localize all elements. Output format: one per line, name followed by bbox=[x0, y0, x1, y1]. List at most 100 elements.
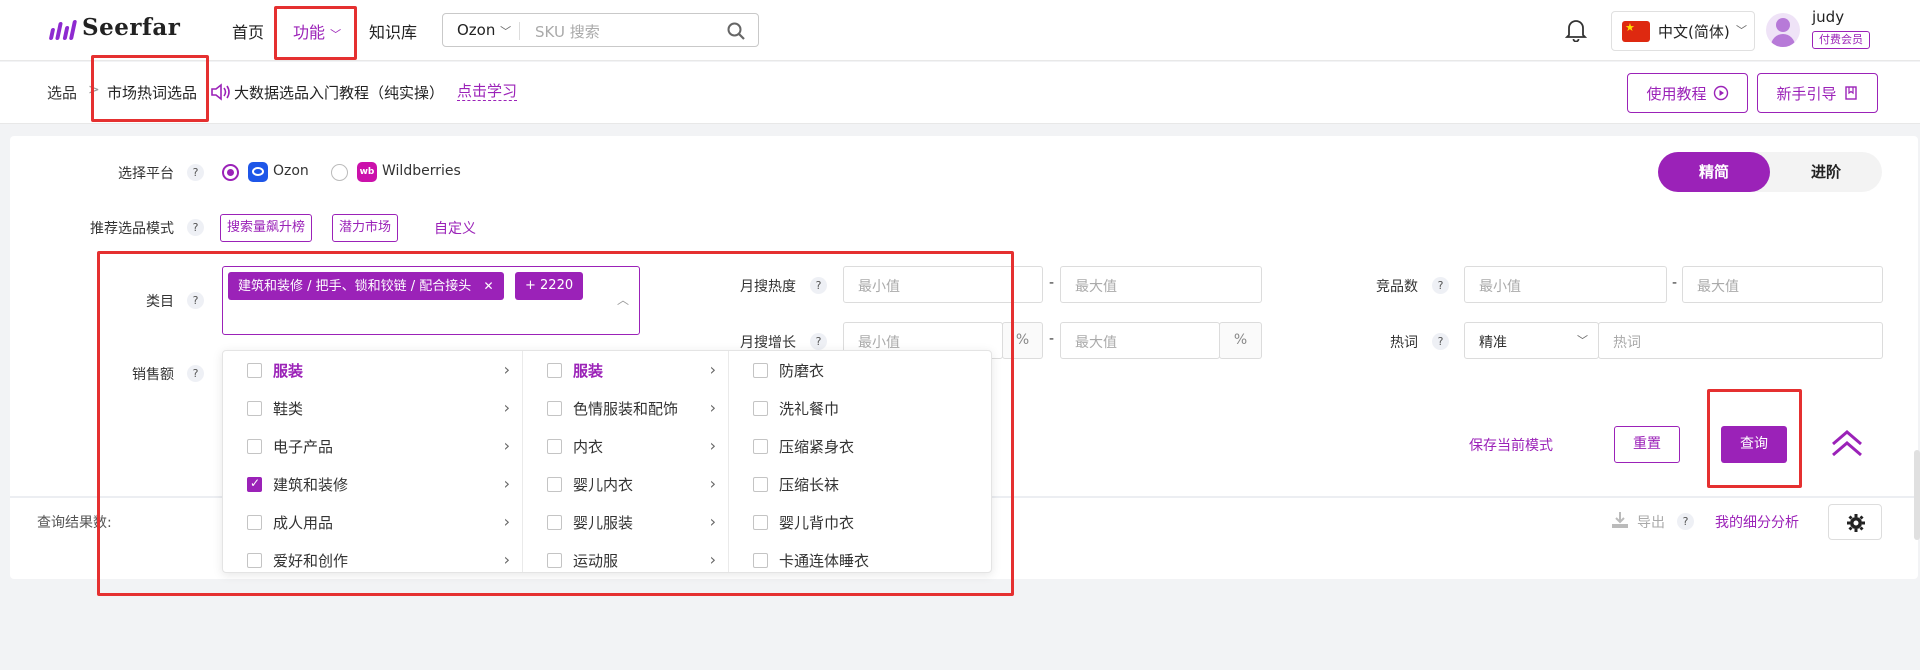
search-icon[interactable] bbox=[726, 21, 746, 41]
category-option[interactable]: 婴儿背巾衣 bbox=[729, 503, 991, 541]
help-icon[interactable]: ? bbox=[187, 292, 204, 309]
nav-knowledge-base[interactable]: 知识库 bbox=[369, 19, 417, 43]
category-checkbox[interactable] bbox=[753, 515, 768, 530]
breadcrumb-root[interactable]: 选品 bbox=[47, 82, 77, 103]
query-button[interactable]: 查询 bbox=[1721, 426, 1787, 463]
category-checkbox[interactable] bbox=[247, 439, 262, 454]
save-mode-link[interactable]: 保存当前模式 bbox=[1469, 435, 1553, 455]
monthly-heat-max-input[interactable]: 最大值 bbox=[1060, 266, 1262, 303]
category-checkbox[interactable] bbox=[247, 476, 262, 492]
category-checkbox[interactable] bbox=[547, 401, 562, 416]
chevron-right-icon: › bbox=[709, 474, 716, 493]
category-option[interactable]: 色情服装和配饰 › bbox=[523, 389, 728, 427]
keyword-match-select[interactable]: 精准 ﹀ bbox=[1464, 322, 1599, 359]
category-option[interactable]: 婴儿内衣 › bbox=[523, 465, 728, 503]
seerfar-logo[interactable]: Seerfar bbox=[48, 14, 180, 41]
category-more-chip[interactable]: + 2220 bbox=[515, 272, 584, 300]
monthly-growth-max-input[interactable]: 最大值 bbox=[1060, 322, 1220, 359]
competitor-min-input[interactable]: 最小值 bbox=[1464, 266, 1667, 303]
mode-advanced-button[interactable]: 进阶 bbox=[1770, 152, 1882, 192]
help-icon[interactable]: ? bbox=[187, 164, 204, 181]
nav-home[interactable]: 首页 bbox=[232, 19, 264, 43]
wildberries-logo-icon: wb bbox=[357, 162, 377, 182]
my-analysis-link[interactable]: 我的细分分析 bbox=[1715, 512, 1799, 532]
category-checkbox[interactable] bbox=[547, 439, 562, 454]
help-icon[interactable]: ? bbox=[810, 333, 827, 350]
category-checkbox[interactable] bbox=[547, 363, 562, 378]
mode-simple-button[interactable]: 精简 bbox=[1658, 152, 1770, 192]
category-checkbox[interactable] bbox=[753, 477, 768, 492]
mode-tag-search-surge[interactable]: 搜索量飙升榜 bbox=[220, 214, 313, 242]
export-button[interactable]: 导出 bbox=[1637, 512, 1665, 532]
help-icon[interactable]: ? bbox=[187, 219, 204, 236]
learn-link[interactable]: 点击学习 bbox=[457, 83, 518, 101]
monthly-heat-min-input[interactable]: 最小值 bbox=[843, 266, 1043, 303]
category-checkbox[interactable] bbox=[753, 363, 768, 378]
competitor-max-input[interactable]: 最大值 bbox=[1682, 266, 1883, 303]
category-option[interactable]: 防磨衣 bbox=[729, 351, 991, 389]
category-level3-column: 防磨衣 洗礼餐巾 压缩紧身衣 压缩长袜 婴儿背巾衣 卡通连体睡衣 bbox=[729, 351, 991, 572]
help-icon[interactable]: ? bbox=[1432, 277, 1449, 294]
chevron-up-icon[interactable]: ︿ bbox=[617, 291, 629, 308]
username[interactable]: judy bbox=[1812, 8, 1844, 26]
category-option[interactable]: 婴儿服装 › bbox=[523, 503, 728, 541]
sku-platform-label: Ozon bbox=[457, 21, 496, 39]
settings-button[interactable] bbox=[1828, 504, 1882, 540]
help-icon[interactable]: ? bbox=[810, 277, 827, 294]
help-icon[interactable]: ? bbox=[1677, 513, 1694, 530]
speaker-icon bbox=[211, 83, 230, 101]
category-option[interactable]: 内衣 › bbox=[523, 427, 728, 465]
platform-ozon-label[interactable]: Ozon bbox=[273, 163, 309, 179]
bell-icon[interactable] bbox=[1565, 18, 1587, 42]
collapse-up-icon[interactable] bbox=[1830, 428, 1864, 458]
newbie-guide-button[interactable]: 新手引导 bbox=[1757, 73, 1878, 113]
close-icon[interactable]: ✕ bbox=[483, 279, 493, 293]
category-option[interactable]: 压缩长袜 bbox=[729, 465, 991, 503]
category-select[interactable]: 建筑和装修 / 把手、锁和铰链 / 配合接头 ✕ + 2220 ︿ bbox=[222, 266, 640, 335]
category-option[interactable]: 压缩紧身衣 bbox=[729, 427, 991, 465]
platform-label: 选择平台 bbox=[118, 166, 174, 182]
category-checkbox[interactable] bbox=[547, 553, 562, 568]
category-option[interactable]: 运动服 › bbox=[523, 541, 728, 572]
mode-custom[interactable]: 自定义 bbox=[434, 218, 476, 238]
category-checkbox[interactable] bbox=[247, 553, 262, 568]
category-option[interactable]: 服装 › bbox=[223, 351, 522, 389]
chevron-down-icon: ﹀ bbox=[1577, 334, 1588, 347]
category-checkbox[interactable] bbox=[547, 477, 562, 492]
sku-search-input[interactable]: SKU 搜索 bbox=[535, 21, 600, 42]
user-avatar[interactable] bbox=[1766, 13, 1800, 47]
sku-platform-select[interactable]: Ozon ﹀ bbox=[457, 21, 511, 39]
nav-features[interactable]: 功能 ﹀ bbox=[293, 19, 341, 43]
category-option[interactable]: 卡通连体睡衣 bbox=[729, 541, 991, 572]
reset-button[interactable]: 重置 bbox=[1614, 426, 1680, 463]
category-checkbox[interactable] bbox=[753, 439, 768, 454]
language-select[interactable]: 中文(简体) ﹀ bbox=[1611, 11, 1755, 51]
category-option[interactable]: 爱好和创作 › bbox=[223, 541, 522, 572]
help-icon[interactable]: ? bbox=[1432, 333, 1449, 350]
category-checkbox[interactable] bbox=[753, 401, 768, 416]
category-option[interactable]: 建筑和装修 › bbox=[223, 465, 522, 503]
category-checkbox[interactable] bbox=[247, 401, 262, 416]
side-scroll-handle[interactable] bbox=[1914, 450, 1920, 540]
sku-search-box[interactable]: Ozon ﹀ SKU 搜索 bbox=[442, 13, 759, 47]
keyword-input[interactable]: 热词 bbox=[1598, 322, 1883, 359]
category-checkbox[interactable] bbox=[753, 553, 768, 568]
chevron-right-icon: › bbox=[503, 550, 510, 569]
radio-wildberries[interactable] bbox=[331, 164, 348, 181]
category-checkbox[interactable] bbox=[247, 515, 262, 530]
category-option[interactable]: 鞋类 › bbox=[223, 389, 522, 427]
mode-tag-potential-market[interactable]: 潜力市场 bbox=[332, 214, 399, 242]
breadcrumb-separator: > bbox=[88, 82, 100, 98]
mode-toggle[interactable]: 精简 进阶 bbox=[1658, 152, 1882, 192]
category-option[interactable]: 成人用品 › bbox=[223, 503, 522, 541]
category-option[interactable]: 服装 › bbox=[523, 351, 728, 389]
download-icon bbox=[1612, 512, 1628, 528]
platform-wildberries-label[interactable]: Wildberries bbox=[382, 163, 461, 179]
radio-ozon[interactable] bbox=[222, 164, 239, 181]
category-option[interactable]: 洗礼餐巾 bbox=[729, 389, 991, 427]
category-checkbox[interactable] bbox=[247, 363, 262, 378]
guide-button[interactable]: 使用教程 bbox=[1627, 73, 1748, 113]
category-option[interactable]: 电子产品 › bbox=[223, 427, 522, 465]
category-checkbox[interactable] bbox=[547, 515, 562, 530]
help-icon[interactable]: ? bbox=[187, 365, 204, 382]
